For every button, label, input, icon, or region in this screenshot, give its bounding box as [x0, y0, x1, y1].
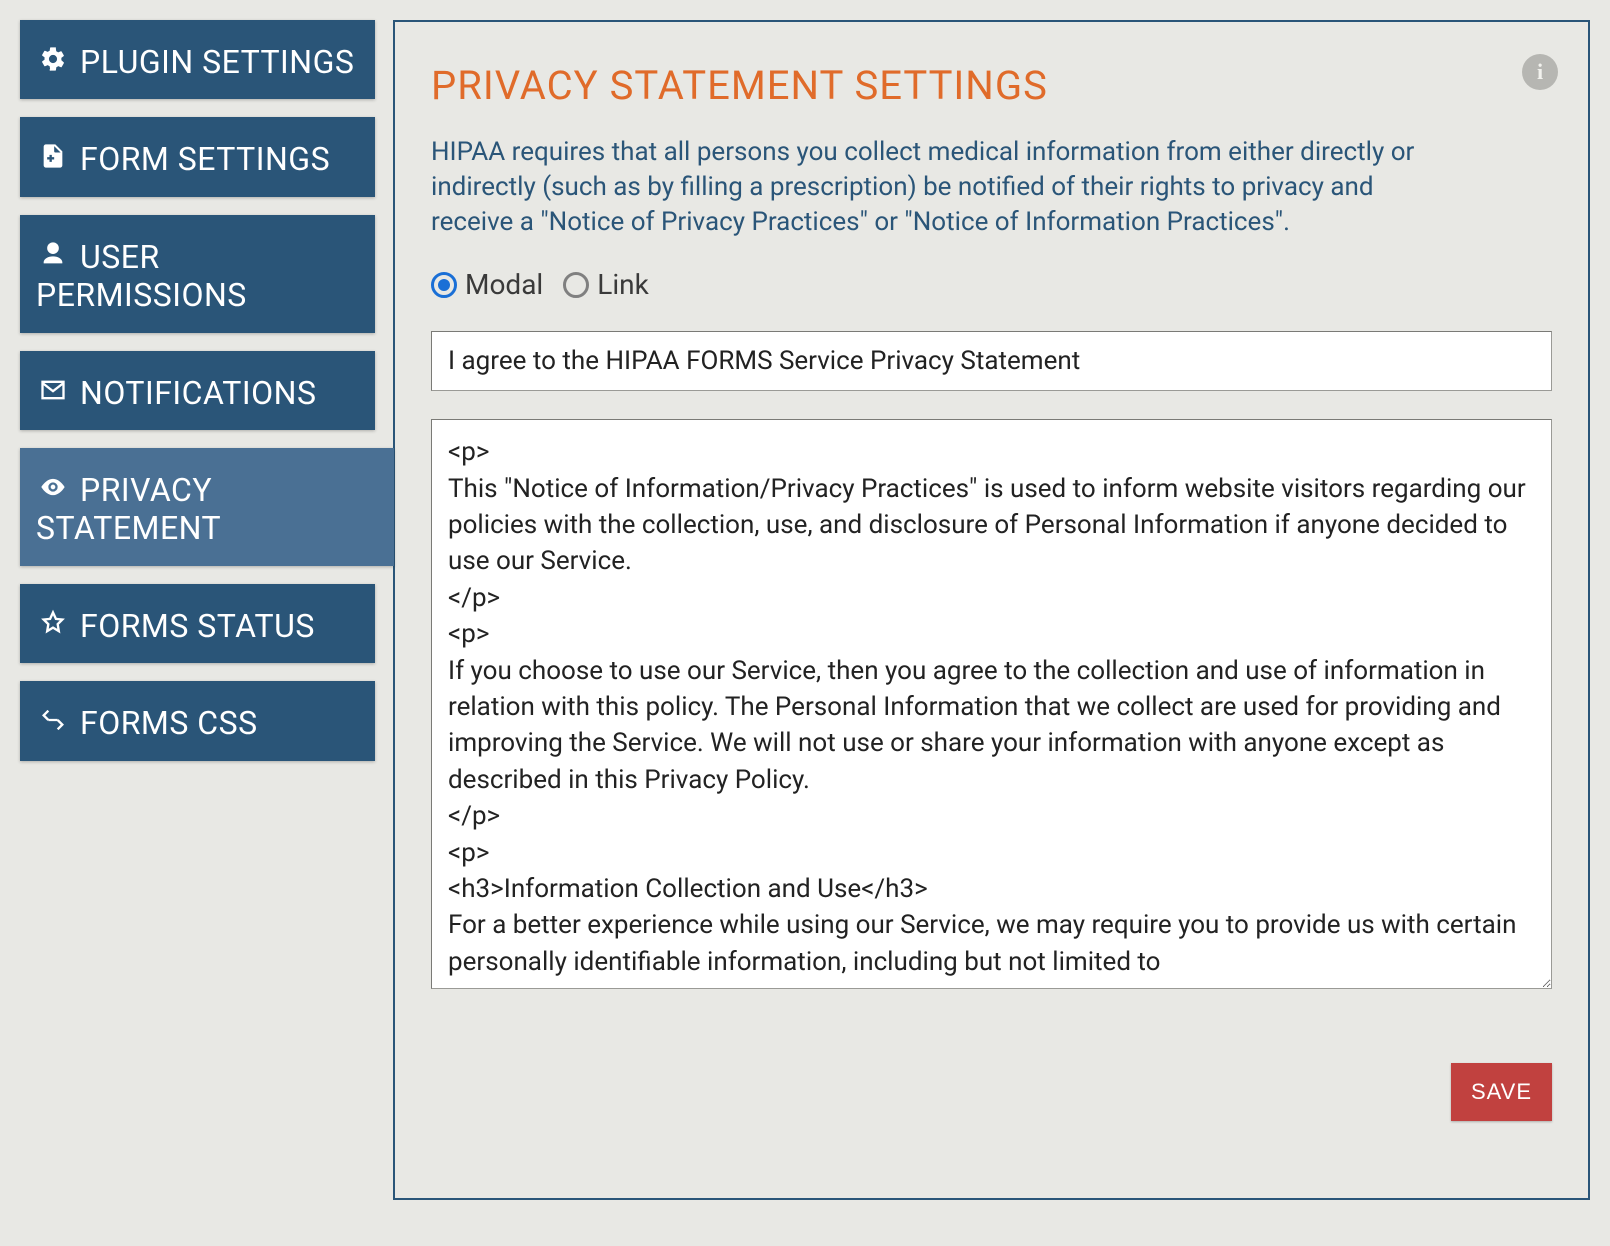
eye-icon [36, 470, 70, 504]
sidebar-item-label: FORMS STATUS [80, 607, 315, 645]
sidebar: PLUGIN SETTINGS FORM SETTINGS USER PERMI… [20, 20, 375, 1200]
gear-icon [36, 42, 70, 76]
sidebar-item-privacy-statement[interactable]: PRIVACY STATEMENT [20, 448, 394, 566]
policy-html-textarea[interactable] [431, 419, 1552, 989]
sidebar-item-user-permissions[interactable]: USER PERMISSIONS [20, 215, 375, 333]
star-icon [36, 606, 70, 640]
main-panel: i PRIVACY STATEMENT SETTINGS HIPAA requi… [393, 20, 1590, 1200]
info-icon: i [1537, 59, 1543, 85]
display-mode-group: Modal Link [431, 268, 1552, 301]
page-title: PRIVACY STATEMENT SETTINGS [431, 62, 1552, 109]
radio-modal[interactable] [431, 272, 457, 298]
sidebar-item-label: NOTIFICATIONS [80, 374, 316, 412]
sidebar-item-form-settings[interactable]: FORM SETTINGS [20, 117, 375, 196]
save-button[interactable]: SAVE [1451, 1063, 1552, 1121]
radio-link-label: Link [597, 268, 649, 301]
file-plus-icon [36, 139, 70, 173]
sidebar-item-notifications[interactable]: NOTIFICATIONS [20, 351, 375, 430]
radio-modal-label: Modal [465, 268, 543, 301]
sidebar-item-plugin-settings[interactable]: PLUGIN SETTINGS [20, 20, 375, 99]
code-icon [36, 703, 70, 737]
sidebar-item-forms-status[interactable]: FORMS STATUS [20, 584, 375, 663]
agree-text-input[interactable] [431, 331, 1552, 391]
user-icon [36, 237, 70, 271]
sidebar-item-label: FORM SETTINGS [80, 140, 330, 178]
sidebar-item-label: FORMS CSS [80, 704, 258, 742]
radio-link[interactable] [563, 272, 589, 298]
info-button[interactable]: i [1522, 54, 1558, 90]
sidebar-item-forms-css[interactable]: FORMS CSS [20, 681, 375, 760]
intro-text: HIPAA requires that all persons you coll… [431, 135, 1441, 240]
sidebar-item-label: PLUGIN SETTINGS [80, 43, 354, 81]
envelope-icon [36, 373, 70, 407]
